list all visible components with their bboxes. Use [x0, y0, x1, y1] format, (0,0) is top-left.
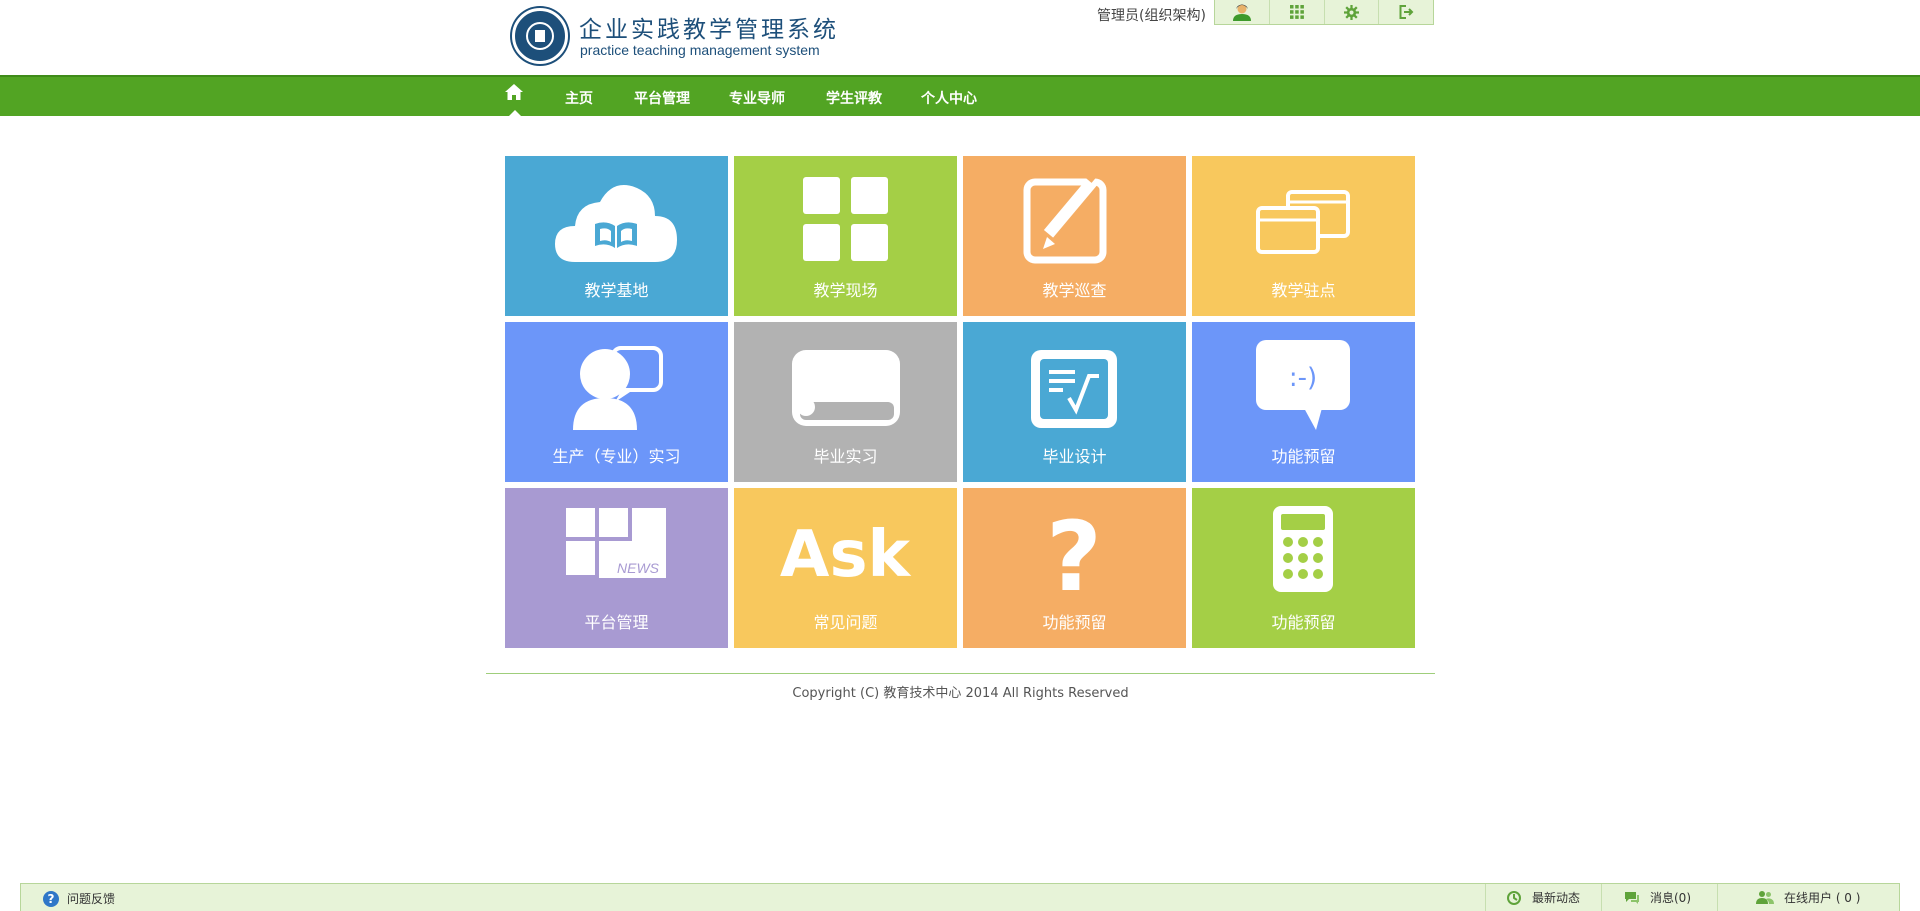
grid-icon	[1289, 5, 1304, 19]
tile-label: 功能预留	[1271, 447, 1336, 466]
current-user: 管理员(组织架构)	[1097, 8, 1206, 24]
news-text: NEWS	[617, 560, 660, 576]
tile-reserved-2[interactable]: ? 功能预留	[963, 488, 1186, 648]
users-icon	[1756, 891, 1774, 904]
tile-faq[interactable]: Ask 常见问题	[734, 488, 957, 648]
history-icon	[1507, 890, 1521, 905]
online-users-button[interactable]: 在线用户 ( 0 )	[1717, 884, 1899, 911]
tile-platform-management[interactable]: NEWS 平台管理	[505, 488, 728, 648]
latest-news-label: 最新动态	[1532, 891, 1581, 905]
ask-text: Ask	[780, 518, 912, 592]
tile-label: 教学巡查	[1042, 281, 1107, 300]
copyright: Copyright (C) 教育技术中心 2014 All Rights Res…	[792, 686, 1129, 701]
formula-board-icon	[1031, 350, 1117, 428]
header: 企业实践教学管理系统 practice teaching management …	[0, 0, 1920, 74]
nav-item-evaluation[interactable]: 学生评教	[826, 88, 882, 108]
scroll-icon	[792, 350, 900, 426]
app-title: 企业实践教学管理系统	[579, 17, 839, 43]
tile-teaching-station[interactable]: 教学驻点	[1192, 156, 1415, 316]
logo-seal-icon	[512, 8, 568, 64]
question-icon: ?	[1046, 506, 1102, 596]
nav-item-mentor[interactable]: 专业导师	[729, 88, 785, 108]
feedback-button[interactable]: ? 问题反馈	[43, 890, 115, 907]
online-users-label: 在线用户 ( 0 )	[1784, 891, 1861, 905]
logout-icon	[1399, 5, 1414, 19]
edit-pencil-icon	[1023, 174, 1107, 264]
question-text: ?	[1046, 506, 1102, 596]
messages-label: 消息(0)	[1650, 891, 1691, 905]
ask-icon: Ask	[780, 518, 912, 592]
footer-divider	[486, 673, 1435, 674]
feedback-label: 问题反馈	[67, 892, 116, 906]
logout-button[interactable]	[1379, 0, 1433, 24]
tile-label: 教学驻点	[1271, 281, 1336, 300]
tile-label: 功能预留	[1271, 613, 1336, 632]
tile-teaching-site[interactable]: 教学现场	[734, 156, 957, 316]
app-subtitle: practice teaching management system	[580, 42, 820, 58]
user-icon	[1232, 4, 1251, 21]
windows-icon	[1256, 190, 1350, 254]
tile-graduation-design[interactable]: 毕业设计	[963, 322, 1186, 482]
tile-label: 教学基地	[584, 281, 649, 300]
cloud-book-icon	[555, 185, 677, 262]
nav-item-home[interactable]: 主页	[565, 88, 593, 108]
tile-label: 常见问题	[813, 613, 878, 632]
tile-reserved-1[interactable]: :-) 功能预留	[1192, 322, 1415, 482]
message-icon	[1625, 891, 1639, 904]
smiley-bubble-icon: :-)	[1256, 340, 1350, 430]
tile-label: 教学现场	[813, 281, 878, 300]
nav-active-caret	[509, 110, 521, 116]
person-speech-icon	[573, 346, 663, 430]
top-toolbar	[1214, 0, 1434, 25]
gear-icon	[1343, 4, 1359, 20]
tile-label: 功能预留	[1042, 613, 1107, 632]
nav-home[interactable]	[504, 83, 526, 105]
user-button[interactable]	[1215, 0, 1270, 24]
news-icon: NEWS	[566, 508, 666, 578]
tile-label: 平台管理	[584, 613, 649, 632]
messages-button[interactable]: 消息(0)	[1601, 884, 1717, 911]
four-squares-icon	[803, 177, 888, 261]
smiley-text: :-)	[1289, 363, 1317, 393]
nav-item-personal[interactable]: 个人中心	[921, 88, 977, 108]
tile-production-internship[interactable]: 生产（专业）实习	[505, 322, 728, 482]
apps-button[interactable]	[1270, 0, 1325, 24]
tile-graduation-internship[interactable]: 毕业实习	[734, 322, 957, 482]
help-icon: ?	[43, 890, 59, 907]
tile-teaching-patrol[interactable]: 教学巡查	[963, 156, 1186, 316]
nav-item-platform[interactable]: 平台管理	[634, 88, 690, 108]
bottom-status-bar: ? 问题反馈 最新动态 消息(0) 在线用户 ( 0 )	[20, 883, 1900, 911]
tile-label: 毕业设计	[1042, 447, 1107, 466]
main-nav: 主页 平台管理 专业导师 学生评教 个人中心	[0, 75, 1920, 116]
settings-button[interactable]	[1325, 0, 1380, 24]
tile-reserved-3[interactable]: 功能预留	[1192, 488, 1415, 648]
latest-news-button[interactable]: 最新动态	[1485, 884, 1601, 911]
tile-label: 毕业实习	[813, 447, 878, 466]
calculator-icon	[1273, 506, 1333, 592]
tile-label: 生产（专业）实习	[552, 447, 681, 466]
tile-teaching-base[interactable]: 教学基地	[505, 156, 728, 316]
home-icon	[505, 84, 523, 100]
